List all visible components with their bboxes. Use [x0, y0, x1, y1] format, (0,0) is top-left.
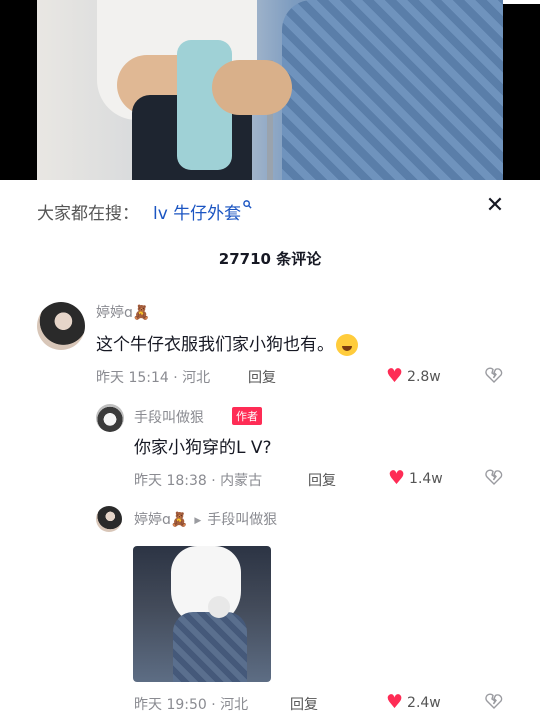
like-count: 2.8w — [407, 368, 441, 385]
comment-image[interactable] — [133, 546, 271, 682]
search-icon — [243, 199, 252, 212]
avatar[interactable] — [96, 506, 122, 532]
like-button[interactable]: ♥ 2.8w — [386, 367, 441, 386]
reply-username[interactable]: 手段叫做狠 — [134, 407, 204, 427]
broken-heart-icon — [485, 693, 503, 709]
comment-username[interactable]: 婷婷ɑ🧸 — [96, 302, 150, 322]
broken-heart-icon — [485, 469, 503, 485]
reply-button[interactable]: 回复 — [248, 367, 276, 387]
bear-icon: 🧸 — [132, 305, 151, 321]
laughing-face-icon — [336, 334, 358, 356]
dislike-button[interactable] — [485, 367, 503, 387]
heart-icon: ♥ — [388, 467, 406, 489]
search-prefix: 大家都在搜： — [37, 203, 139, 224]
comment-text: 这个牛仔衣服我们家小狗也有。 — [96, 330, 358, 356]
bear-icon: 🧸 — [170, 512, 189, 528]
like-count: 1.4w — [409, 470, 443, 487]
dislike-button[interactable] — [485, 693, 503, 713]
search-suggestion[interactable]: 大家都在搜： lv 牛仔外套 — [37, 197, 252, 225]
reply-text: 你家小狗穿的L V? — [134, 438, 272, 458]
reply-time-location: 昨天 19:50 · 河北 — [134, 697, 249, 713]
video-person-hand — [212, 60, 292, 115]
video-denim-jacket — [282, 0, 503, 180]
video-top-strip — [503, 0, 540, 4]
reply-button[interactable]: 回复 — [290, 694, 318, 714]
reply-to-username[interactable]: 手段叫做狠 — [207, 512, 277, 528]
dog-paw — [208, 596, 230, 618]
comment-count: 27710 条评论 — [218, 250, 322, 268]
avatar[interactable] — [37, 302, 85, 350]
video-right-margin — [503, 0, 540, 180]
dog-denim-outfit — [173, 612, 247, 682]
video-player[interactable] — [0, 0, 540, 180]
reply-arrow-icon: ▶ — [194, 516, 202, 526]
avatar[interactable] — [96, 404, 124, 432]
like-button[interactable]: ♥ 1.4w — [388, 469, 443, 488]
video-frame — [37, 0, 503, 180]
close-button[interactable]: ✕ — [482, 193, 508, 219]
broken-heart-icon — [485, 367, 503, 383]
reply-username[interactable]: 婷婷ɑ🧸 ▶ 手段叫做狠 — [134, 509, 277, 529]
author-badge: 作者 — [232, 407, 262, 425]
dislike-button[interactable] — [485, 469, 503, 489]
search-term-link[interactable]: lv 牛仔外套 — [153, 199, 241, 224]
like-count: 2.4w — [407, 694, 441, 711]
heart-icon: ♥ — [386, 365, 404, 387]
like-button[interactable]: ♥ 2.4w — [386, 693, 441, 712]
reply-time-location: 昨天 18:38 · 内蒙古 — [134, 473, 263, 489]
reply-button[interactable]: 回复 — [308, 470, 336, 490]
heart-icon: ♥ — [386, 691, 404, 713]
comment-time-location: 昨天 15:14 · 河北 — [96, 370, 211, 386]
